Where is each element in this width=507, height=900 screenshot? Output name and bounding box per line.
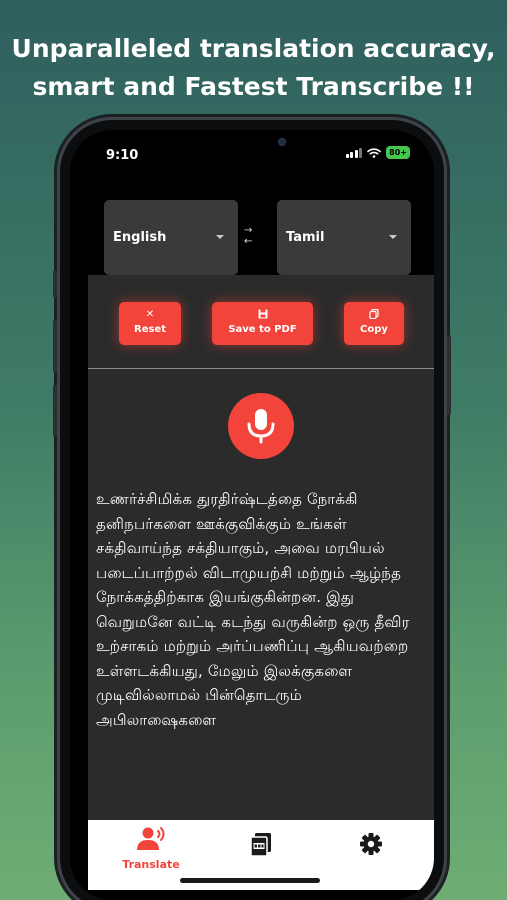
promo-headline-line-1: Unparalleled translation accuracy, bbox=[11, 34, 496, 63]
chevron-down-icon bbox=[389, 235, 397, 239]
home-indicator[interactable] bbox=[180, 878, 320, 883]
divider bbox=[88, 368, 434, 369]
pdf-files-icon bbox=[250, 833, 271, 857]
volume-down-button bbox=[53, 385, 57, 437]
microphone-button[interactable] bbox=[228, 393, 294, 459]
tab-translate-label: Translate bbox=[122, 858, 180, 871]
copy-icon bbox=[344, 308, 404, 321]
save-icon bbox=[212, 309, 313, 321]
front-camera bbox=[278, 138, 286, 146]
battery-indicator: 80+ bbox=[386, 146, 410, 159]
close-icon: ✕ bbox=[145, 309, 155, 320]
microphone-icon bbox=[247, 409, 275, 444]
swap-arrows-icon[interactable]: → ← bbox=[244, 225, 252, 247]
notch bbox=[154, 130, 304, 154]
gear-icon bbox=[360, 833, 382, 855]
reset-label: Reset bbox=[134, 324, 166, 335]
target-language-label: Tamil bbox=[286, 230, 325, 245]
translation-output-text: உணர்ச்சிமிக்க துரதிர்ஷ்டத்தை நோக்கி தனிந… bbox=[96, 490, 410, 729]
status-time: 9:10 bbox=[106, 148, 139, 163]
tab-translate[interactable]: Translate bbox=[106, 820, 196, 880]
mute-switch bbox=[53, 270, 57, 298]
source-language-label: English bbox=[113, 230, 167, 245]
copy-button[interactable]: Copy bbox=[344, 302, 404, 345]
save-to-pdf-button[interactable]: Save to PDF bbox=[212, 302, 313, 345]
chevron-down-icon bbox=[216, 235, 224, 239]
save-to-pdf-label: Save to PDF bbox=[228, 324, 297, 335]
copy-label: Copy bbox=[360, 324, 388, 335]
phone-screen: 9:10 80+ English → ← Tamil ✕ Reset Save … bbox=[70, 130, 434, 900]
tab-pdf[interactable] bbox=[246, 820, 276, 880]
phone-frame: 9:10 80+ English → ← Tamil ✕ Reset Save … bbox=[53, 120, 451, 900]
status-icons: 80+ bbox=[345, 146, 410, 159]
reset-button[interactable]: ✕ Reset bbox=[119, 302, 181, 345]
promo-headline: Unparalleled translation accuracy, smart… bbox=[0, 30, 507, 106]
power-button bbox=[447, 335, 451, 415]
tab-settings[interactable] bbox=[356, 820, 386, 880]
volume-up-button bbox=[53, 320, 57, 372]
promo-headline-line-2: smart and Fastest Transcribe !! bbox=[32, 72, 475, 101]
source-language-select[interactable]: English bbox=[104, 200, 238, 275]
signal-icon bbox=[345, 147, 363, 158]
wifi-icon bbox=[367, 147, 381, 158]
speaker-person-icon bbox=[137, 827, 165, 850]
translation-panel: ✕ Reset Save to PDF Copy உணர்ச்சிமிக்க த… bbox=[88, 275, 434, 820]
target-language-select[interactable]: Tamil bbox=[277, 200, 411, 275]
